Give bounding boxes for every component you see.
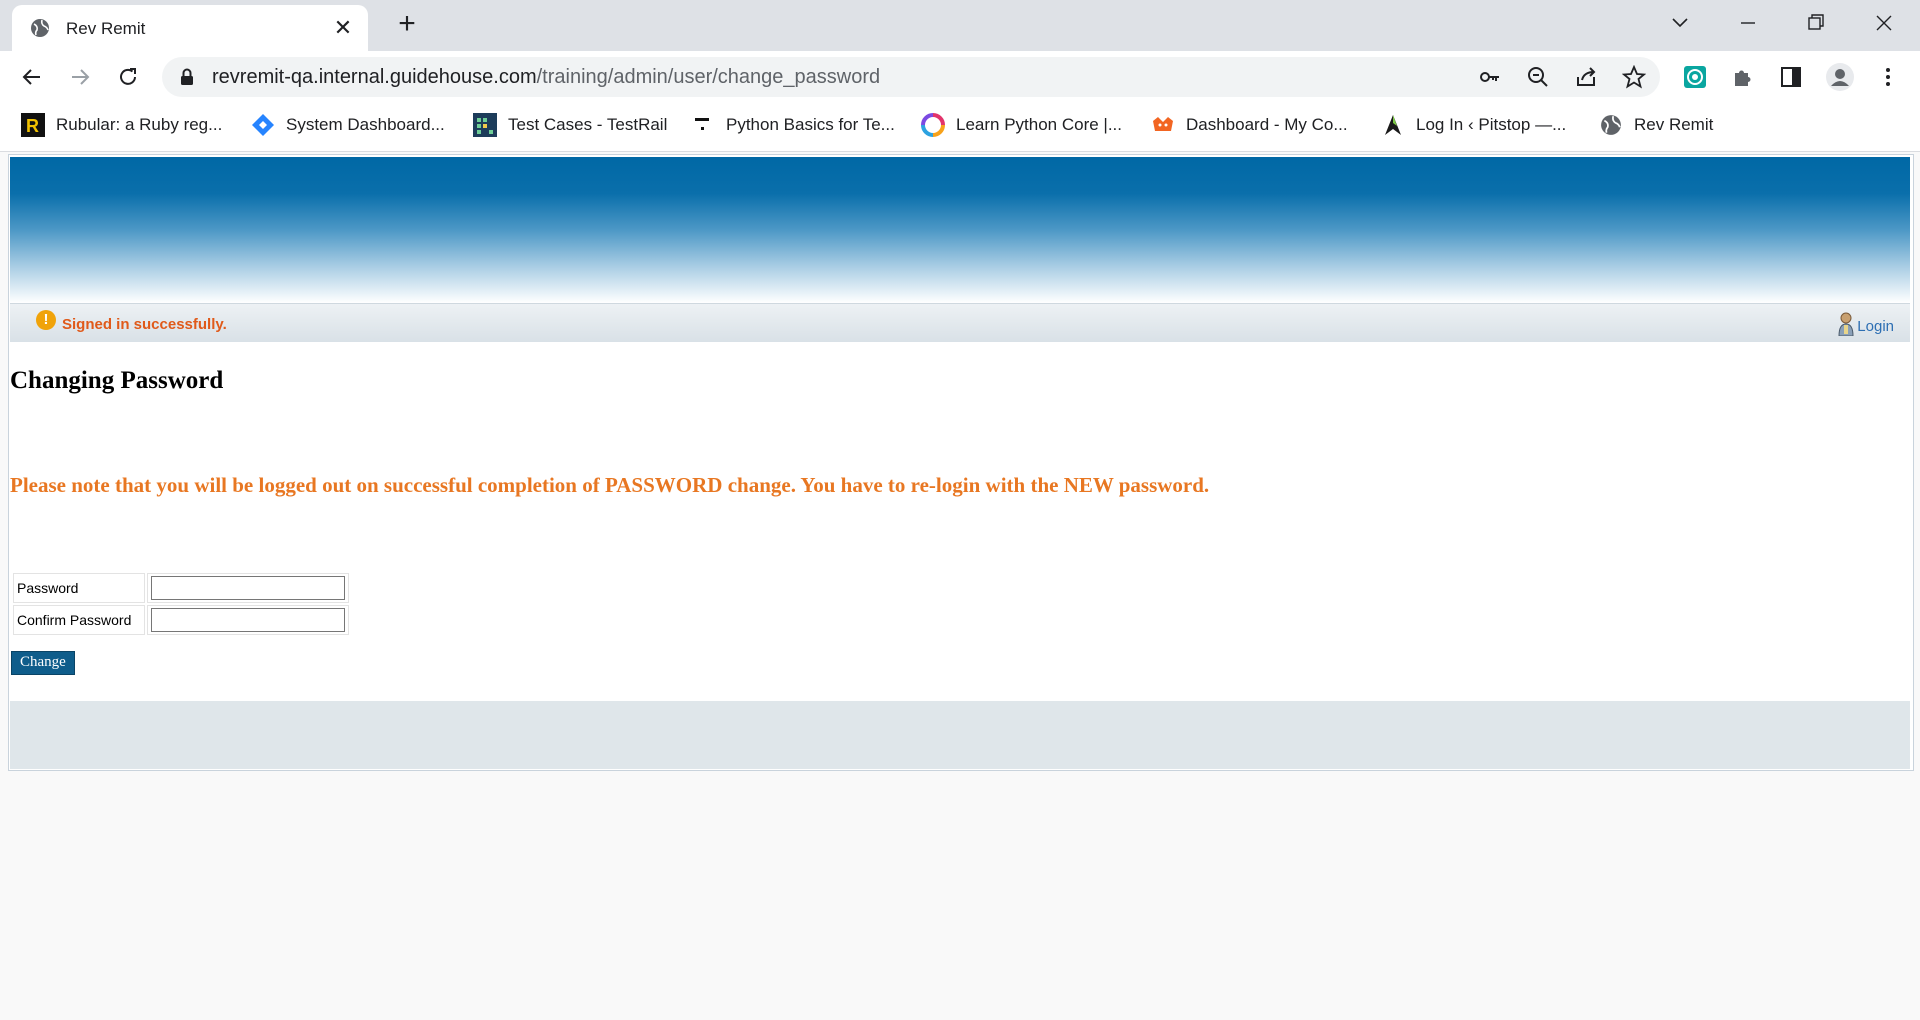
browser-toolbar: revremit-qa.internal.guidehouse.com/trai…: [0, 51, 1920, 103]
close-window-button[interactable]: [1864, 6, 1904, 40]
browser-tab-active[interactable]: Rev Remit ✕: [12, 5, 368, 51]
login-link[interactable]: Login: [1837, 312, 1894, 341]
flash-message: Signed in successfully.: [62, 316, 227, 333]
zoom-out-icon[interactable]: [1526, 65, 1550, 89]
tab-close-icon[interactable]: ✕: [330, 15, 356, 41]
change-button[interactable]: Change: [11, 651, 75, 675]
forward-button[interactable]: [62, 59, 98, 95]
share-icon[interactable]: [1574, 65, 1598, 89]
url-path: /training/admin/user/change_password: [536, 66, 881, 88]
warning-icon: !: [36, 310, 56, 330]
password-input[interactable]: [151, 576, 345, 600]
bookmarks-bar: R Rubular: a Ruby reg... System Dashboar…: [0, 103, 1920, 152]
logout-notice: Please note that you will be logged out …: [10, 473, 1210, 497]
globe-icon: [30, 18, 50, 43]
rubular-icon: R: [20, 112, 46, 138]
confirm-password-cell: [147, 605, 349, 635]
login-label: Login: [1857, 318, 1894, 335]
bookmark-star-icon[interactable]: [1621, 64, 1647, 89]
bookmark-label: Test Cases - TestRail: [508, 115, 668, 134]
reload-button[interactable]: [110, 59, 146, 95]
minimize-button[interactable]: [1728, 6, 1768, 40]
lock-icon[interactable]: [180, 68, 194, 91]
bookmark-label: Rubular: a Ruby reg...: [56, 115, 223, 134]
globe-icon: [1598, 112, 1624, 138]
pitstop-icon: [1380, 112, 1406, 138]
bookmark-item-dashboard[interactable]: Dashboard - My Co...: [1150, 113, 1348, 137]
tab-search-chevron-icon[interactable]: [1660, 6, 1700, 40]
testrail-icon: [472, 112, 498, 138]
url-host: revremit-qa.internal.guidehouse.com: [212, 66, 537, 88]
bookmark-label: System Dashboard...: [286, 115, 445, 134]
back-button[interactable]: [14, 59, 50, 95]
bookmark-item-python-basics[interactable]: Python Basics for Te...: [690, 113, 895, 137]
form-row-password: Password: [13, 573, 349, 603]
restore-button[interactable]: [1796, 6, 1836, 40]
browser-menu-icon[interactable]: [1876, 65, 1900, 89]
user-key-icon: [1837, 312, 1855, 341]
jira-diamond-icon: [250, 112, 276, 138]
swirl-icon: [920, 112, 946, 138]
python-basics-icon: [690, 112, 716, 138]
address-bar[interactable]: revremit-qa.internal.guidehouse.com/trai…: [162, 57, 1660, 97]
page-title: Changing Password: [10, 367, 224, 394]
new-tab-button[interactable]: +: [392, 9, 422, 40]
password-cell: [147, 573, 349, 603]
bookmark-item-rev-remit[interactable]: Rev Remit: [1598, 113, 1713, 137]
confirm-password-input[interactable]: [151, 608, 345, 632]
bookmark-label: Dashboard - My Co...: [1186, 115, 1348, 134]
bookmark-label: Python Basics for Te...: [726, 115, 895, 134]
confirm-password-label: Confirm Password: [13, 605, 145, 635]
password-key-icon[interactable]: [1478, 65, 1502, 89]
dashboard-icon: [1150, 112, 1176, 138]
header-banner: [10, 157, 1910, 303]
bookmark-item-rubular[interactable]: R Rubular: a Ruby reg...: [20, 113, 222, 137]
extension-teal-icon[interactable]: [1683, 65, 1707, 89]
tab-title: Rev Remit: [66, 19, 146, 38]
bookmark-label: Rev Remit: [1634, 115, 1714, 134]
extensions-puzzle-icon[interactable]: [1731, 65, 1755, 89]
bookmark-item-learn-python[interactable]: Learn Python Core |...: [920, 113, 1122, 137]
status-bar: ! Signed in successfully. Login: [10, 303, 1910, 342]
url-text[interactable]: revremit-qa.internal.guidehouse.com/trai…: [212, 66, 880, 89]
app-frame: ! Signed in successfully. Login Changing…: [8, 154, 1914, 771]
page-footer: [10, 701, 1910, 769]
bookmark-label: Learn Python Core |...: [956, 115, 1123, 134]
password-label: Password: [13, 573, 145, 603]
profile-avatar-icon[interactable]: [1826, 63, 1854, 91]
svg-text:R: R: [26, 116, 39, 136]
browser-tabstrip: Rev Remit ✕ +: [0, 0, 1920, 51]
password-form: Password Confirm Password: [11, 571, 351, 637]
bookmark-label: Log In ‹ Pitstop —...: [1416, 115, 1567, 134]
bookmark-item-testrail[interactable]: Test Cases - TestRail: [472, 113, 667, 137]
bookmark-item-pitstop[interactable]: Log In ‹ Pitstop —...: [1380, 113, 1566, 137]
form-row-confirm-password: Confirm Password: [13, 605, 349, 635]
page-viewport: ! Signed in successfully. Login Changing…: [0, 152, 1920, 1020]
side-panel-icon[interactable]: [1779, 65, 1803, 89]
bookmark-item-system-dashboard[interactable]: System Dashboard...: [250, 113, 445, 137]
